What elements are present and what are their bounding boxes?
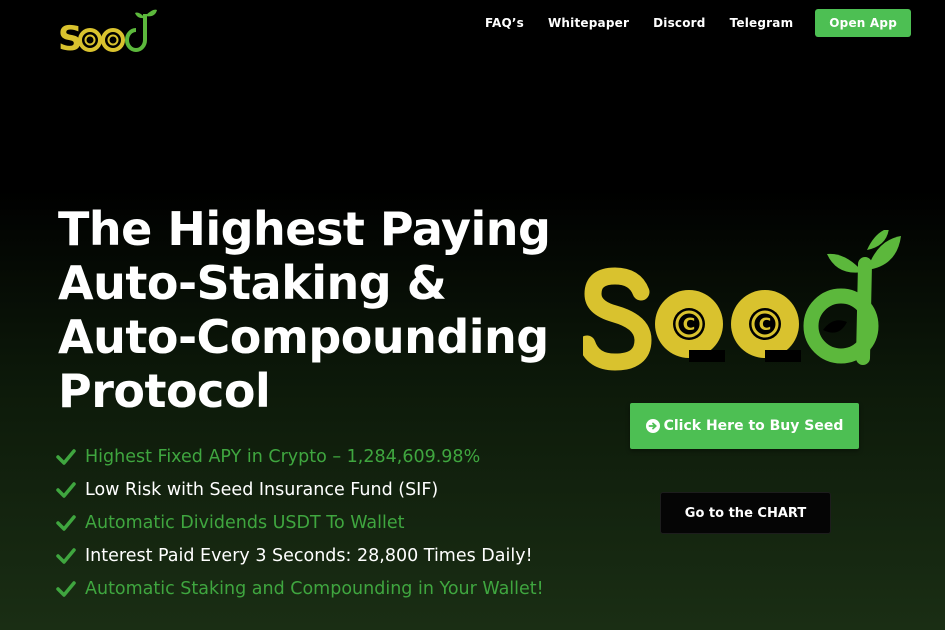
check-icon: [56, 580, 76, 597]
feature-text: Automatic Dividends USDT To Wallet: [85, 512, 405, 533]
hero-title-line-4: Protocol: [58, 364, 271, 418]
chart-button[interactable]: Go to the CHART: [660, 492, 831, 534]
feature-text: Highest Fixed APY in Crypto – 1,284,609.…: [85, 446, 481, 467]
feature-item: Low Risk with Seed Insurance Fund (SIF): [56, 473, 544, 506]
svg-text:C: C: [683, 315, 695, 335]
sprout-leaf-icon: [803, 230, 901, 365]
chart-button-label: Go to the CHART: [684, 505, 807, 521]
arrow-circle-right-icon: [645, 419, 660, 433]
feature-item: Interest Paid Every 3 Seconds: 28,800 Ti…: [56, 539, 544, 572]
svg-text:C: C: [759, 315, 771, 335]
buy-seed-button[interactable]: Click Here to Buy Seed: [630, 403, 859, 449]
nav-telegram[interactable]: Telegram: [730, 16, 794, 30]
feature-text: Interest Paid Every 3 Seconds: 28,800 Ti…: [85, 545, 533, 566]
feature-list: Highest Fixed APY in Crypto – 1,284,609.…: [56, 440, 544, 605]
seed-logo[interactable]: S: [58, 8, 158, 54]
check-icon: [56, 514, 76, 531]
feature-text: Low Risk with Seed Insurance Fund (SIF): [85, 479, 439, 500]
feature-item: Automatic Staking and Compounding in You…: [56, 572, 544, 605]
site-header: S FAQ’s Whitepaper Discord Telegram Open…: [0, 0, 945, 54]
hero-title-line-3: Auto-Compounding: [58, 310, 549, 364]
hero-title-line-2: Auto-Staking &: [58, 256, 447, 310]
check-icon: [56, 481, 76, 498]
hero-title: The Highest Paying Auto-Staking & Auto-C…: [58, 202, 578, 418]
feature-text: Automatic Staking and Compounding in You…: [85, 578, 544, 599]
check-icon: [56, 547, 76, 564]
seed-hero-logo: C C: [583, 230, 901, 371]
feature-item: Highest Fixed APY in Crypto – 1,284,609.…: [56, 440, 544, 473]
nav-discord[interactable]: Discord: [653, 16, 705, 30]
check-icon: [56, 448, 76, 465]
nav-faqs[interactable]: FAQ’s: [485, 16, 524, 30]
buy-seed-label: Click Here to Buy Seed: [663, 418, 844, 434]
main-nav: FAQ’s Whitepaper Discord Telegram Open A…: [461, 9, 911, 37]
nav-whitepaper[interactable]: Whitepaper: [548, 16, 629, 30]
feature-item: Automatic Dividends USDT To Wallet: [56, 506, 544, 539]
hero-title-line-1: The Highest Paying: [58, 202, 551, 256]
open-app-button[interactable]: Open App: [815, 9, 911, 37]
